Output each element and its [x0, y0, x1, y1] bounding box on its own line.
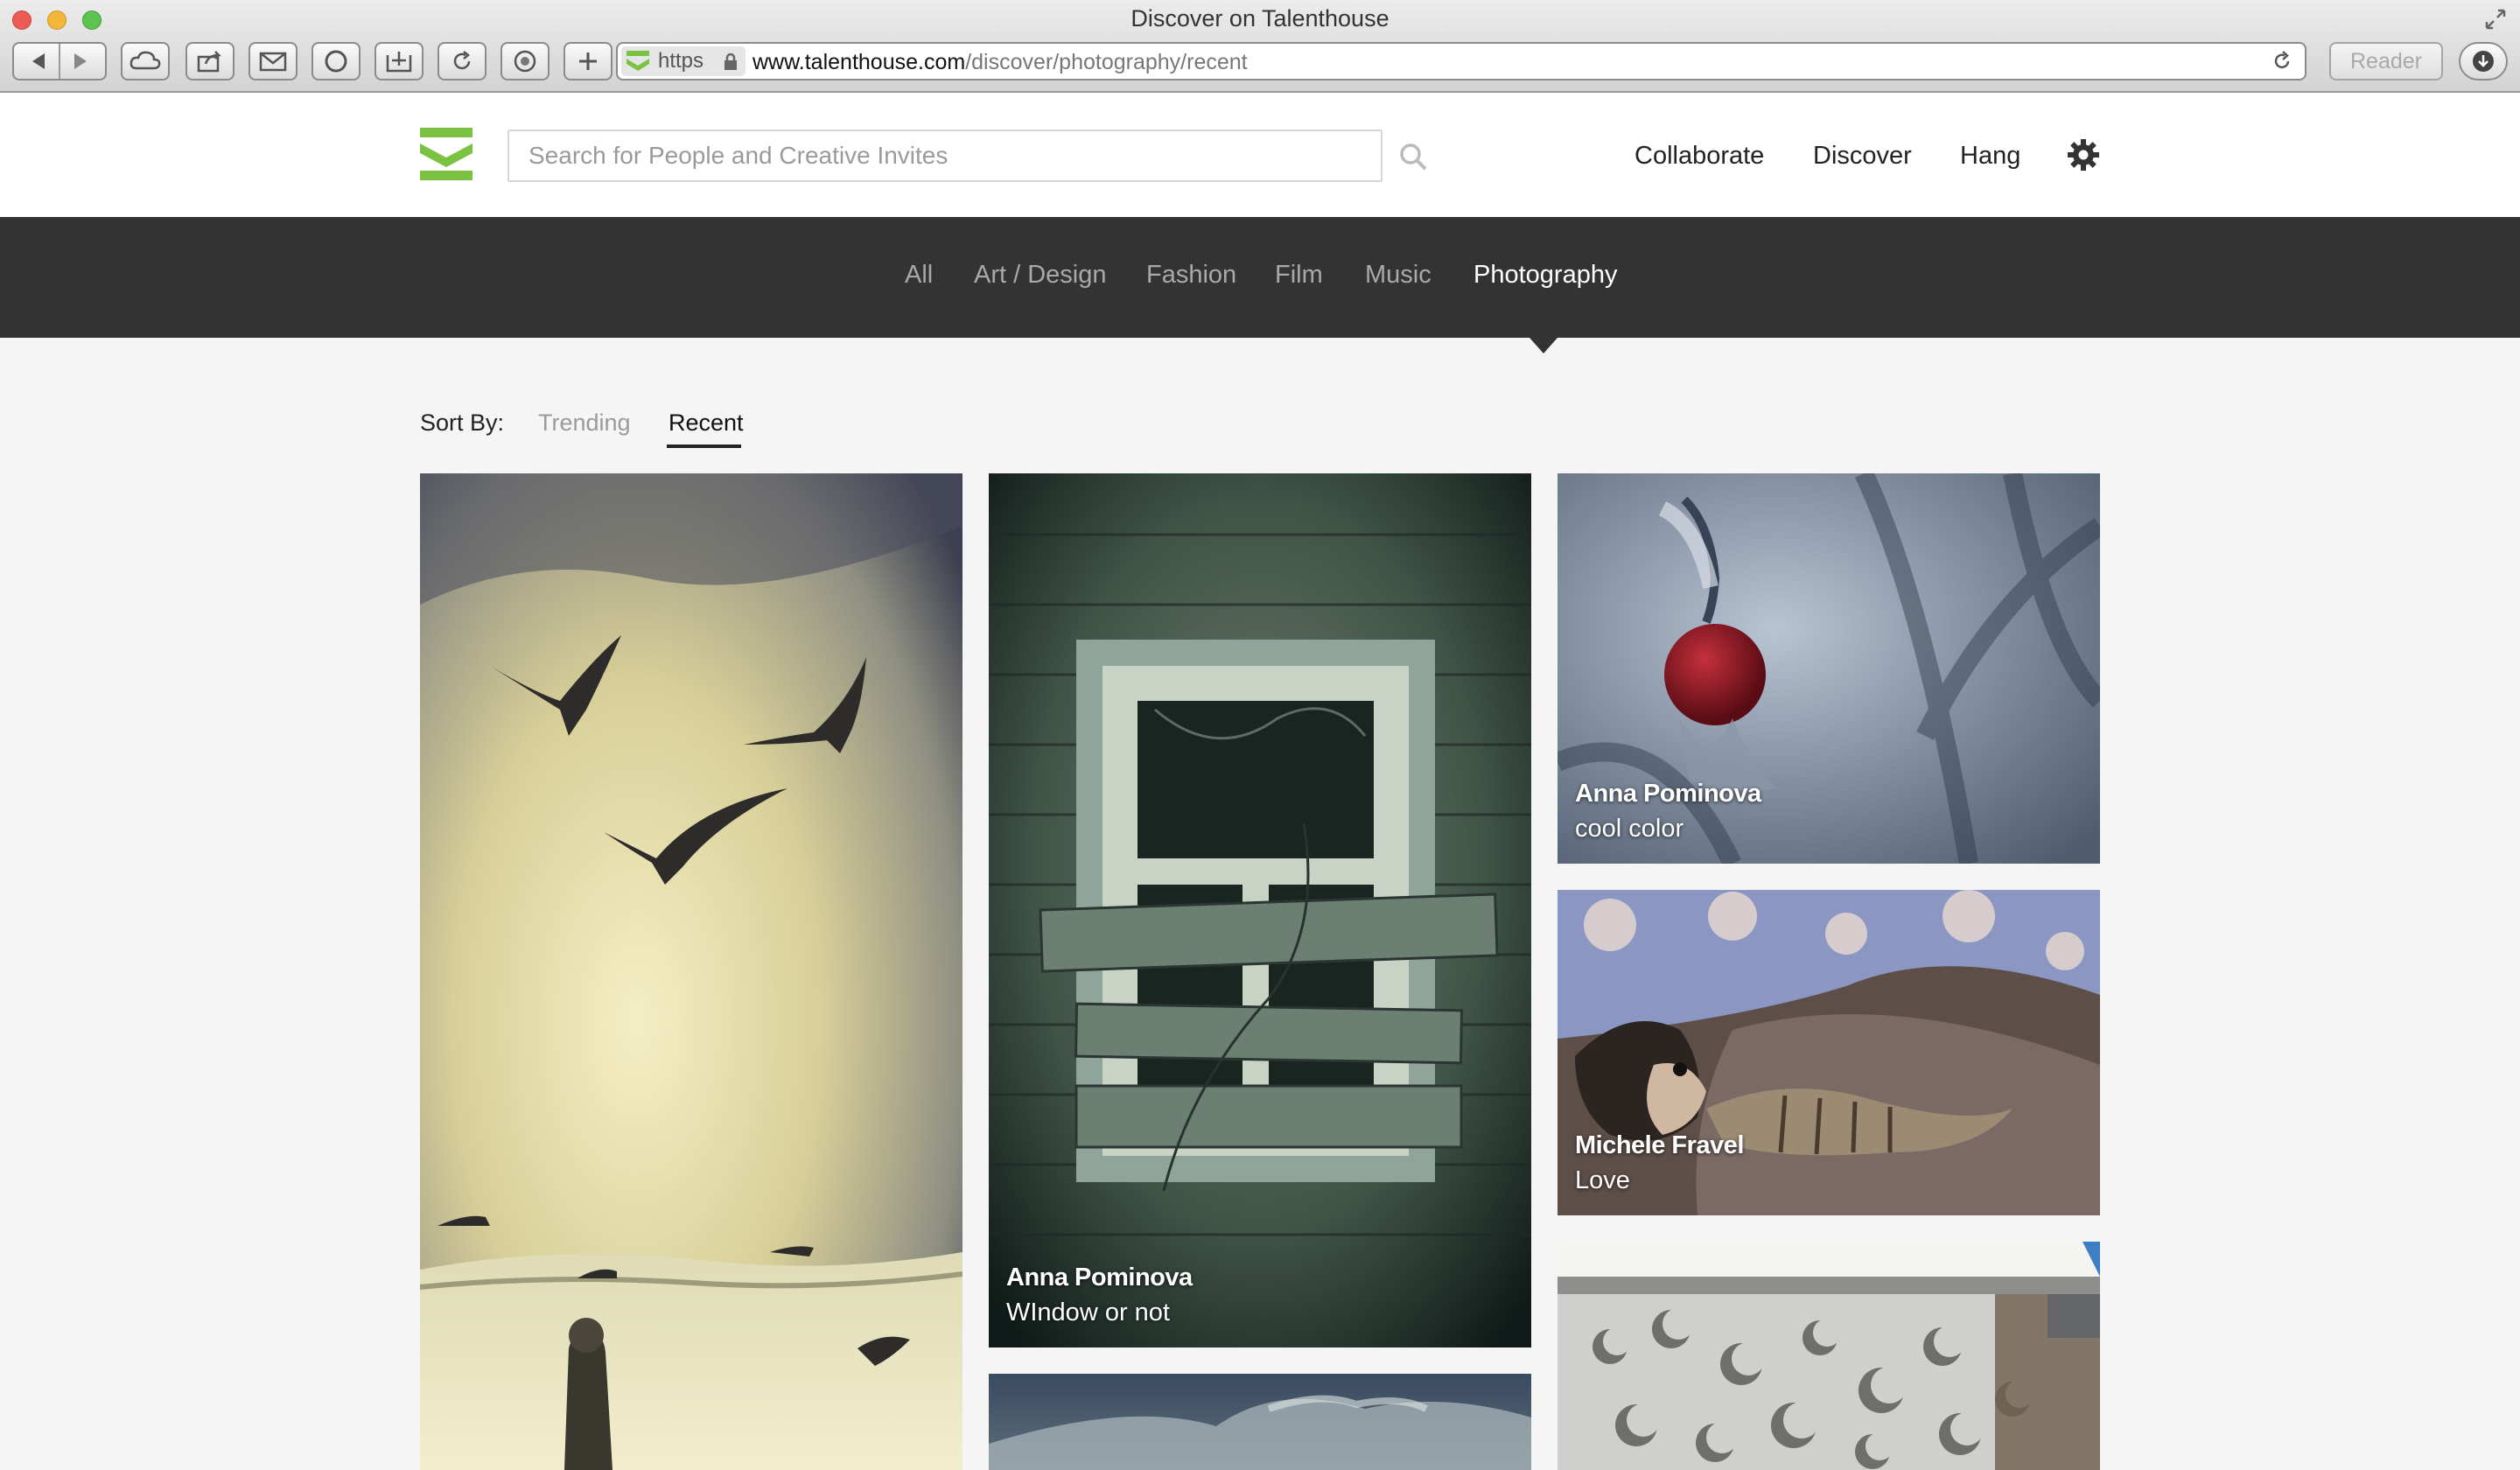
- card-title: Love: [1575, 1166, 1630, 1194]
- category-music[interactable]: Music: [1365, 261, 1432, 290]
- photo-seagulls-beach: [420, 473, 962, 1470]
- lock-icon: [723, 52, 738, 71]
- forward-icon[interactable]: [60, 48, 99, 74]
- nav-hang[interactable]: Hang: [1960, 142, 2020, 171]
- photo-card[interactable]: [1558, 1242, 2100, 1470]
- category-all[interactable]: All: [905, 261, 933, 290]
- active-category-pointer: [1530, 338, 1558, 354]
- share-icon: [194, 48, 226, 74]
- back-forward-group: [12, 42, 107, 80]
- card-author: Michele Fravel: [1575, 1131, 1744, 1159]
- sort-recent[interactable]: Recent: [668, 410, 744, 437]
- extension-icon: [511, 47, 539, 75]
- bookmark-add-icon: [383, 48, 415, 74]
- top-sites-button[interactable]: [312, 42, 360, 80]
- add-bookmark-button[interactable]: [374, 42, 424, 80]
- download-icon: [2470, 48, 2496, 74]
- photo-card[interactable]: [989, 1374, 1531, 1470]
- reader-button[interactable]: Reader: [2329, 42, 2443, 80]
- reload-toolbar-button[interactable]: [438, 42, 486, 80]
- share-button[interactable]: [186, 42, 234, 80]
- card-caption: Michele Fravel Love: [1575, 1128, 1744, 1198]
- card-caption: Anna Pominova cool color: [1575, 776, 1761, 846]
- photo-boarded-window: [989, 473, 1531, 1348]
- url-scheme: https: [658, 49, 704, 73]
- card-author: Anna Pominova: [1575, 780, 1761, 808]
- search-icon[interactable]: [1398, 142, 1428, 172]
- photo-card[interactable]: Anna Pominova cool color: [1558, 473, 2100, 864]
- secure-connection-badge[interactable]: https: [621, 46, 746, 76]
- nav-discover[interactable]: Discover: [1813, 142, 1912, 171]
- settings-gear-icon[interactable]: [2067, 138, 2100, 172]
- photo-dusk-sky: [989, 1374, 1531, 1470]
- email-button[interactable]: [248, 42, 298, 80]
- url-path: /discover/photography/recent: [965, 50, 1248, 74]
- window-title: Discover on Talenthouse: [1130, 5, 1390, 32]
- talenthouse-logo-icon[interactable]: [420, 128, 472, 180]
- photo-card[interactable]: Michele Fravel Love: [1558, 890, 2100, 1215]
- circle-icon: [322, 47, 350, 75]
- reload-icon[interactable]: [2270, 49, 2294, 74]
- photo-card[interactable]: Anna Pominova WIndow or not: [989, 473, 1531, 1348]
- sort-trending[interactable]: Trending: [538, 410, 631, 437]
- url-text: www.talenthouse.com/discover/photography…: [752, 50, 1248, 75]
- search-input[interactable]: [508, 130, 1382, 182]
- photo-eclipse-shadows: [1558, 1242, 2100, 1470]
- icloud-tabs-button[interactable]: [121, 42, 170, 80]
- sort-active-underline: [667, 444, 741, 448]
- photo-card[interactable]: [420, 473, 962, 1470]
- category-film[interactable]: Film: [1275, 261, 1323, 290]
- category-fashion[interactable]: Fashion: [1146, 261, 1236, 290]
- nav-collaborate[interactable]: Collaborate: [1634, 142, 1764, 171]
- extension-button[interactable]: [500, 42, 550, 80]
- card-title: WIndow or not: [1006, 1298, 1170, 1326]
- category-photography[interactable]: Photography: [1474, 261, 1617, 290]
- back-icon[interactable]: [20, 48, 59, 74]
- card-title: cool color: [1575, 815, 1684, 843]
- card-author: Anna Pominova: [1006, 1264, 1193, 1292]
- plus-icon: [576, 49, 600, 74]
- browser-toolbar: Discover on Talenthouse https www.talent…: [0, 0, 2520, 93]
- card-caption: Anna Pominova WIndow or not: [1006, 1260, 1193, 1330]
- reload-icon: [448, 47, 476, 75]
- url-domain: www.talenthouse.com: [752, 50, 966, 74]
- sort-label: Sort By:: [420, 410, 505, 436]
- site-favicon-icon: [625, 48, 651, 74]
- site-header: Collaborate Discover Hang: [0, 93, 2520, 217]
- category-nav: All Art / Design Fashion Film Music Phot…: [0, 217, 2520, 338]
- address-bar[interactable]: https www.talenthouse.com/discover/photo…: [616, 42, 2306, 80]
- downloads-button[interactable]: [2459, 42, 2508, 80]
- envelope-icon: [257, 49, 289, 74]
- cloud-icon: [128, 49, 163, 74]
- new-tab-button[interactable]: [564, 42, 612, 80]
- fullscreen-icon[interactable]: [2483, 7, 2508, 32]
- category-art-design[interactable]: Art / Design: [974, 261, 1107, 290]
